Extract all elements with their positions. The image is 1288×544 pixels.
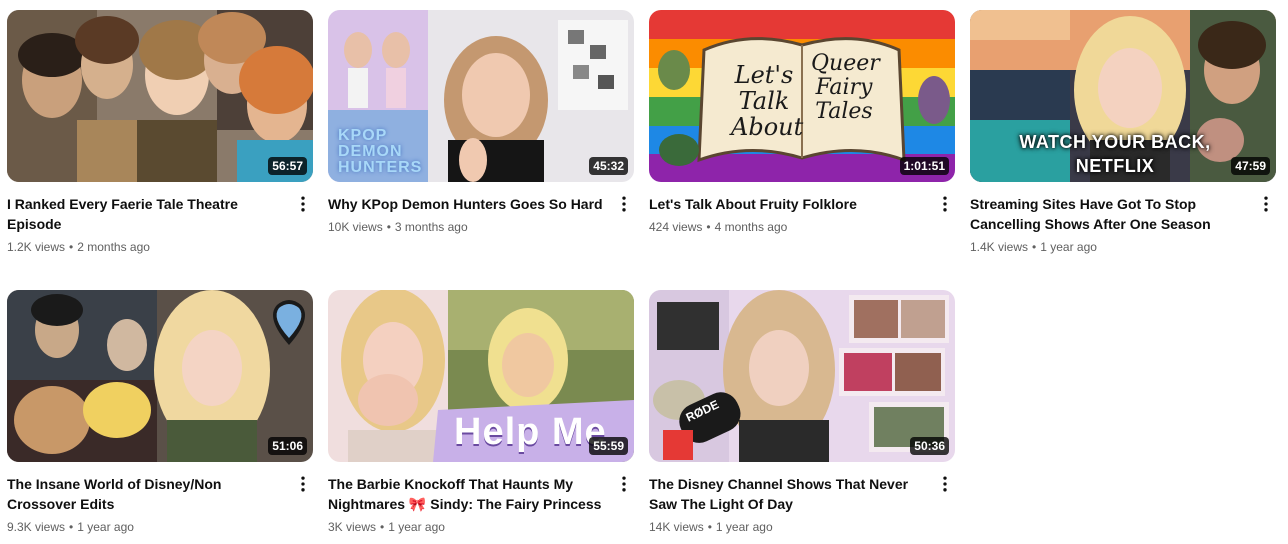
thumbnail-caption-left: Let's Talk About (731, 61, 804, 141)
upload-age: 4 months ago (714, 220, 788, 234)
video-card: Help Me 55:59 The Barbie Knockoff That H… (328, 290, 634, 536)
video-thumbnail[interactable]: RØDE 50:36 (649, 290, 955, 462)
separator-dot: • (69, 240, 74, 254)
video-title[interactable]: Why KPop Demon Hunters Goes So Hard (328, 194, 606, 214)
action-menu-button[interactable] (612, 472, 636, 496)
video-thumbnail[interactable]: 51:06 (7, 290, 313, 462)
thumbnail-caption: KPOP DEMON HUNTERS (338, 127, 423, 176)
video-duration: 1:01:51 (899, 157, 949, 175)
video-card: 51:06 The Insane World of Disney/Non Cro… (7, 290, 313, 536)
video-stats: 424 views • 4 months ago (649, 218, 927, 236)
video-stats: 9.3K views • 1 year ago (7, 518, 285, 536)
video-duration: 55:59 (589, 437, 628, 455)
video-details: I Ranked Every Faerie Tale Theatre Episo… (7, 194, 313, 256)
action-menu-button[interactable] (933, 472, 957, 496)
video-stats: 1.2K views • 2 months ago (7, 238, 285, 256)
video-stats: 14K views • 1 year ago (649, 518, 927, 536)
video-thumbnail[interactable]: WATCH YOUR BACK, NETFLIX 47:59 (970, 10, 1276, 182)
action-menu-button[interactable] (933, 192, 957, 216)
video-card: KPOP DEMON HUNTERS 45:32 Why KPop Demon … (328, 10, 634, 236)
upload-age: 2 months ago (77, 240, 150, 254)
separator-dot: • (706, 220, 711, 234)
view-count: 1.2K views (7, 240, 66, 254)
action-menu-button[interactable] (291, 472, 315, 496)
view-count: 1.4K views (970, 240, 1029, 254)
video-thumbnail[interactable]: KPOP DEMON HUNTERS 45:32 (328, 10, 634, 182)
upload-age: 1 year ago (388, 520, 445, 534)
video-card: RØDE 50:36 The Disney Channel Shows That… (649, 290, 955, 536)
video-details: Streaming Sites Have Got To Stop Cancell… (970, 194, 1276, 256)
video-duration: 45:32 (589, 157, 628, 175)
upload-age: 3 months ago (394, 220, 468, 234)
video-stats: 1.4K views • 1 year ago (970, 238, 1248, 256)
video-duration: 50:36 (910, 437, 949, 455)
separator-dot: • (386, 220, 391, 234)
video-thumbnail[interactable]: Help Me 55:59 (328, 290, 634, 462)
more-vert-icon (301, 196, 305, 212)
video-stats: 3K views • 1 year ago (328, 518, 606, 536)
action-menu-button[interactable] (291, 192, 315, 216)
video-title[interactable]: Streaming Sites Have Got To Stop Cancell… (970, 194, 1248, 234)
separator-dot: • (1032, 240, 1037, 254)
more-vert-icon (943, 476, 947, 492)
video-card: Let's Talk About Queer Fairy Tales 1:01:… (649, 10, 955, 236)
video-details: The Insane World of Disney/Non Crossover… (7, 474, 313, 536)
video-title[interactable]: The Insane World of Disney/Non Crossover… (7, 474, 285, 514)
view-count: 9.3K views (7, 520, 66, 534)
video-card: WATCH YOUR BACK, NETFLIX 47:59 Streaming… (970, 10, 1276, 256)
video-card: 56:57 I Ranked Every Faerie Tale Theatre… (7, 10, 313, 256)
video-title[interactable]: The Barbie Knockoff That Haunts My Night… (328, 474, 606, 514)
separator-dot: • (707, 520, 712, 534)
action-menu-button[interactable] (1254, 192, 1278, 216)
video-title[interactable]: The Disney Channel Shows That Never Saw … (649, 474, 927, 514)
view-count: 14K views (649, 520, 704, 534)
video-title[interactable]: Let's Talk About Fruity Folklore (649, 194, 927, 214)
video-duration: 51:06 (268, 437, 307, 455)
thumbnail-image (649, 290, 955, 462)
upload-age: 1 year ago (715, 520, 773, 534)
separator-dot: • (69, 520, 74, 534)
thumbnail-caption-right: Queer Fairy Tales (811, 51, 880, 124)
video-thumbnail[interactable]: 56:57 (7, 10, 313, 182)
upload-age: 1 year ago (1040, 240, 1097, 254)
video-duration: 56:57 (268, 157, 307, 175)
more-vert-icon (622, 196, 626, 212)
more-vert-icon (622, 476, 626, 492)
view-count: 424 views (649, 220, 703, 234)
video-grid: 56:57 I Ranked Every Faerie Tale Theatre… (0, 0, 1288, 544)
video-thumbnail[interactable]: Let's Talk About Queer Fairy Tales 1:01:… (649, 10, 955, 182)
video-details: Why KPop Demon Hunters Goes So Hard 10K … (328, 194, 634, 236)
view-count: 10K views (328, 220, 383, 234)
more-vert-icon (301, 476, 305, 492)
thumbnail-image (7, 290, 313, 462)
thumbnail-caption: WATCH YOUR BACK, NETFLIX (1019, 132, 1211, 176)
action-menu-button[interactable] (612, 192, 636, 216)
thumbnail-caption: Help Me (454, 411, 607, 453)
more-vert-icon (1264, 196, 1268, 212)
video-duration: 47:59 (1231, 157, 1270, 175)
video-stats: 10K views • 3 months ago (328, 218, 606, 236)
upload-age: 1 year ago (77, 520, 134, 534)
separator-dot: • (380, 520, 385, 534)
video-details: The Disney Channel Shows That Never Saw … (649, 474, 955, 536)
thumbnail-image (7, 10, 313, 182)
video-details: The Barbie Knockoff That Haunts My Night… (328, 474, 634, 536)
view-count: 3K views (328, 520, 377, 534)
more-vert-icon (943, 196, 947, 212)
video-title[interactable]: I Ranked Every Faerie Tale Theatre Episo… (7, 194, 285, 234)
video-details: Let's Talk About Fruity Folklore 424 vie… (649, 194, 955, 236)
